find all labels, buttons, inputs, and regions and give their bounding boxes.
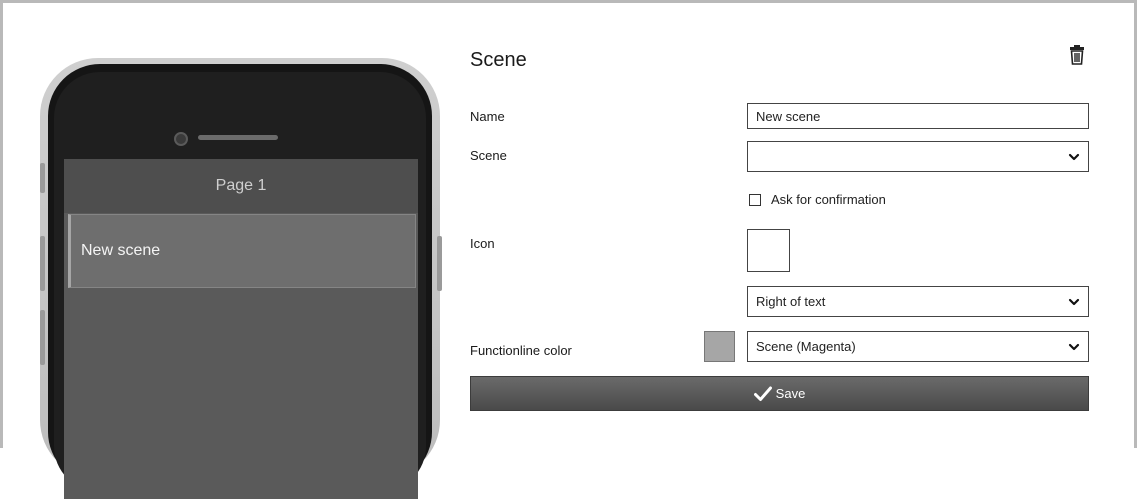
checkbox-box[interactable] [749, 193, 761, 206]
icon-picker[interactable] [747, 229, 790, 272]
form-title: Scene [470, 49, 527, 71]
icon-position-select[interactable]: Right of text [747, 286, 1089, 317]
phone-side-button-middle [40, 236, 45, 291]
ask-confirmation-label: Ask for confirmation [771, 192, 886, 207]
name-label: Name [470, 109, 505, 124]
phone-screen: Page 1 New scene [64, 159, 418, 499]
icon-position-value: Right of text [756, 294, 826, 309]
name-input[interactable] [747, 103, 1089, 129]
phone-preview: Page 1 New scene [40, 58, 440, 499]
functionline-color-value: Scene (Magenta) [756, 339, 856, 354]
ask-confirmation-checkbox[interactable]: Ask for confirmation [749, 192, 886, 207]
phone-side-button-upper [40, 163, 45, 193]
front-camera-icon [174, 132, 188, 146]
page-title: Page 1 [64, 159, 418, 213]
chevron-down-icon [1068, 298, 1080, 306]
chevron-down-icon [1068, 343, 1080, 351]
icon-label: Icon [470, 236, 495, 251]
phone-power-button [437, 236, 442, 291]
scene-list-item[interactable]: New scene [68, 214, 416, 288]
functionline-color-swatch[interactable] [704, 331, 735, 362]
functionline-color-label: Functionline color [470, 343, 572, 358]
functionline-color-select[interactable]: Scene (Magenta) [747, 331, 1089, 362]
save-button-label: Save [775, 386, 806, 401]
checkmark-icon [753, 386, 772, 401]
chevron-down-icon [1068, 153, 1080, 161]
phone-side-button-lower [40, 310, 45, 365]
scene-label: Scene [470, 148, 507, 163]
trash-icon[interactable] [1068, 44, 1086, 66]
save-button[interactable]: Save [470, 376, 1089, 411]
speaker-grille [198, 135, 278, 140]
scene-select[interactable] [747, 141, 1089, 172]
